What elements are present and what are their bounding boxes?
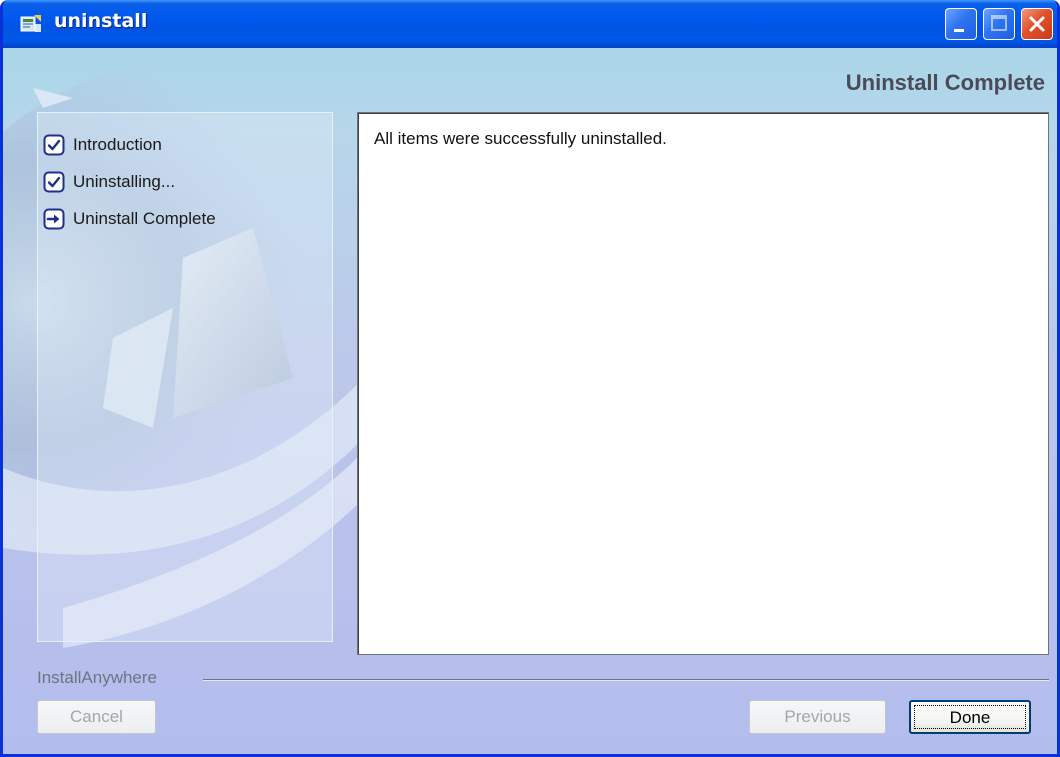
focus-ring bbox=[914, 705, 1026, 729]
installer-app-icon bbox=[20, 15, 41, 32]
done-button[interactable]: Done bbox=[909, 700, 1031, 734]
content-panel: All items were successfully uninstalled. bbox=[357, 112, 1049, 655]
step-label: Introduction bbox=[73, 134, 162, 154]
minimize-icon bbox=[954, 29, 964, 32]
step-label: Uninstall Complete bbox=[73, 208, 216, 228]
step-introduction: Introduction bbox=[43, 126, 216, 163]
step-label: Uninstalling... bbox=[73, 171, 176, 191]
installer-window: uninstall Uninstall Complete Introductio… bbox=[0, 0, 1060, 757]
maximize-button bbox=[983, 8, 1015, 40]
previous-button: Previous bbox=[749, 700, 886, 734]
status-message: All items were successfully uninstalled. bbox=[374, 129, 667, 148]
page-title: Uninstall Complete bbox=[845, 70, 1045, 95]
cancel-button: Cancel bbox=[37, 700, 156, 734]
step-uninstall-complete: Uninstall Complete bbox=[43, 200, 216, 237]
close-button[interactable] bbox=[1021, 8, 1053, 40]
checkmark-icon bbox=[43, 134, 65, 155]
steps-list: Introduction Uninstalling... Uninstall C… bbox=[43, 126, 216, 237]
window-title: uninstall bbox=[54, 10, 148, 32]
minimize-button[interactable] bbox=[945, 8, 977, 40]
close-icon bbox=[1029, 16, 1045, 32]
maximize-icon bbox=[991, 15, 1007, 31]
installer-body: Uninstall Complete Introduction Uninstal… bbox=[3, 48, 1057, 754]
step-uninstalling: Uninstalling... bbox=[43, 163, 216, 200]
title-bar[interactable]: uninstall bbox=[3, 0, 1057, 48]
footer-divider bbox=[203, 679, 1049, 681]
arrow-right-icon bbox=[43, 208, 65, 229]
brand-label: InstallAnywhere bbox=[37, 668, 158, 687]
checkmark-icon bbox=[43, 171, 65, 192]
